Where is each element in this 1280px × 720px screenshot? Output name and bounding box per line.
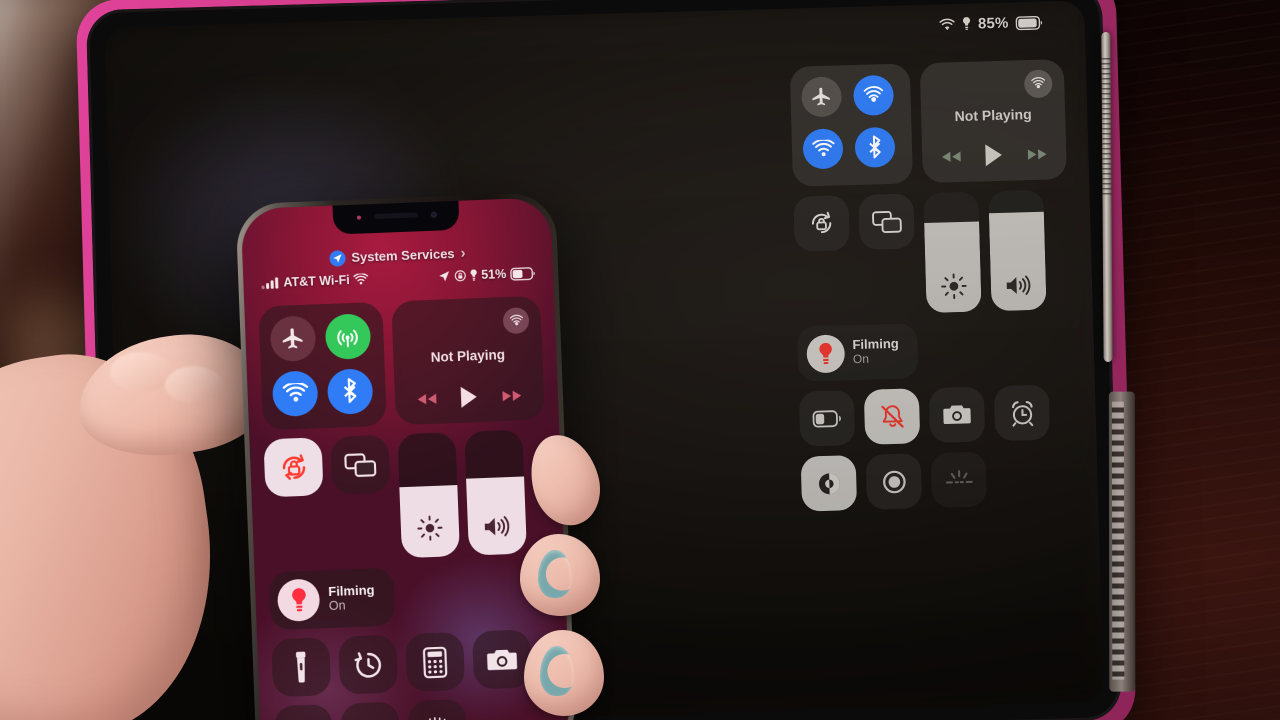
ipad-rotation-lock-toggle[interactable] bbox=[793, 195, 850, 252]
fast-forward-icon[interactable] bbox=[1026, 146, 1048, 162]
little-finger bbox=[524, 630, 604, 716]
iphone-rotation-lock-toggle[interactable] bbox=[263, 437, 324, 498]
volume-icon bbox=[991, 273, 1047, 299]
iphone-focus-state: On bbox=[328, 598, 346, 614]
ipad-dark-mode-toggle[interactable] bbox=[800, 455, 858, 512]
iphone-focus-name: Filming bbox=[328, 582, 375, 599]
flashlight-bulb-icon bbox=[470, 268, 477, 282]
brightness-icon bbox=[400, 514, 459, 542]
flashlight-bulb-icon bbox=[963, 17, 971, 32]
wifi-icon bbox=[939, 18, 956, 31]
ipad-focus-module[interactable]: Filming On bbox=[796, 323, 919, 382]
iphone-notch bbox=[332, 200, 460, 235]
ipad-airdrop-toggle[interactable] bbox=[852, 74, 895, 116]
iphone-battery-percent: 51% bbox=[480, 267, 507, 282]
ipad-volume-slider[interactable] bbox=[988, 189, 1047, 312]
iphone-screen-record-toggle[interactable] bbox=[273, 704, 334, 720]
system-services-label: System Services bbox=[351, 245, 455, 265]
iphone-connectivity-module[interactable] bbox=[258, 301, 387, 431]
airplay-audio-icon[interactable] bbox=[502, 307, 530, 335]
iphone-screen-mirroring-toggle[interactable] bbox=[330, 434, 391, 495]
ipad-connectivity-module[interactable] bbox=[789, 63, 914, 187]
ipad-alarm-button[interactable] bbox=[993, 384, 1051, 442]
iphone-wifi-toggle[interactable] bbox=[271, 369, 319, 417]
play-icon[interactable] bbox=[984, 143, 1005, 168]
fast-forward-icon[interactable] bbox=[501, 388, 524, 403]
ipad-brightness-fill bbox=[924, 221, 982, 314]
cellular-bars-icon bbox=[261, 277, 279, 290]
battery-icon bbox=[1015, 15, 1043, 30]
middle-finger bbox=[520, 426, 610, 534]
volume-icon bbox=[467, 513, 526, 539]
wifi-icon bbox=[353, 273, 369, 286]
rotation-lock-icon bbox=[454, 270, 466, 282]
ipad-brightness-slider[interactable] bbox=[923, 191, 982, 314]
iphone-brightness-slider[interactable] bbox=[397, 432, 461, 559]
fingers-right-of-phone bbox=[520, 426, 654, 720]
lightbulb-icon bbox=[806, 333, 846, 373]
ipad-status-bar: 85% bbox=[939, 14, 1043, 34]
lightbulb-icon bbox=[276, 578, 321, 623]
fingernail-ring bbox=[538, 550, 572, 598]
front-camera bbox=[430, 211, 438, 218]
ipad-transport-controls[interactable] bbox=[922, 141, 1067, 169]
sensor-dot bbox=[356, 215, 362, 220]
iphone-music-recognition-toggle[interactable] bbox=[407, 698, 468, 720]
ipad-volume-fill bbox=[988, 211, 1047, 312]
iphone-focus-module[interactable]: Filming On bbox=[268, 567, 396, 631]
rewind-icon[interactable] bbox=[416, 391, 439, 406]
airplay-audio-icon[interactable] bbox=[1023, 69, 1053, 99]
battery-icon bbox=[510, 266, 535, 281]
iphone-media-module[interactable]: Not Playing bbox=[391, 295, 545, 426]
ipad-screen-record-toggle[interactable] bbox=[865, 453, 923, 510]
ipad-flashlight-toggle[interactable] bbox=[930, 451, 988, 508]
ipad-focus-state: On bbox=[852, 351, 870, 367]
ipad-focus-name: Filming bbox=[852, 335, 899, 353]
iphone-carrier-label: AT&T Wi-Fi bbox=[283, 273, 350, 290]
iphone-airplane-mode-toggle[interactable] bbox=[269, 315, 317, 363]
play-icon[interactable] bbox=[460, 385, 480, 409]
ipad-wifi-toggle[interactable] bbox=[802, 128, 844, 170]
ipad-control-center[interactable]: Not Playing Filming On bbox=[789, 59, 1077, 521]
iphone-control-center[interactable]: Not Playing Filming On bbox=[258, 295, 558, 720]
iphone-transport-controls[interactable] bbox=[395, 383, 545, 412]
brightness-icon bbox=[926, 273, 982, 301]
ipad-screen-mirroring-toggle[interactable] bbox=[858, 193, 915, 250]
iphone-low-power-mode-toggle[interactable] bbox=[340, 701, 401, 720]
ipad-airplane-mode-toggle[interactable] bbox=[801, 76, 843, 118]
ipad-low-power-mode-toggle[interactable] bbox=[798, 390, 856, 447]
iphone-cellular-data-toggle[interactable] bbox=[324, 313, 371, 360]
ipad-camera-button[interactable] bbox=[928, 386, 986, 443]
iphone-flashlight-toggle[interactable] bbox=[271, 637, 332, 698]
ipad-now-playing-title: Not Playing bbox=[954, 106, 1032, 125]
chevron-right-icon: › bbox=[460, 244, 466, 262]
location-arrow-icon bbox=[438, 270, 450, 282]
ring-finger bbox=[520, 534, 600, 616]
iphone-calculator-button[interactable] bbox=[404, 631, 466, 693]
ipad-silent-mode-toggle[interactable] bbox=[863, 388, 921, 445]
rewind-icon[interactable] bbox=[940, 148, 962, 164]
iphone-bluetooth-toggle[interactable] bbox=[326, 367, 373, 415]
screenshot-stage: 85% Not Playing Filming On System Servic… bbox=[0, 0, 1280, 720]
location-arrow-icon bbox=[329, 249, 346, 267]
iphone-now-playing-title: Not Playing bbox=[430, 347, 506, 365]
iphone-timer-button[interactable] bbox=[338, 634, 399, 695]
ipad-media-module[interactable]: Not Playing bbox=[919, 59, 1067, 184]
ipad-battery-percent: 85% bbox=[977, 14, 1009, 33]
fingernail-little bbox=[540, 646, 574, 696]
earpiece-speaker bbox=[373, 212, 419, 220]
iphone-screen[interactable]: System Services › AT&T Wi-Fi 51% Not Pla… bbox=[240, 197, 572, 720]
iphone-volume-slider[interactable] bbox=[464, 429, 527, 556]
ipad-bluetooth-toggle[interactable] bbox=[854, 126, 896, 168]
ipad-keyboard-case-edge bbox=[1108, 391, 1136, 692]
